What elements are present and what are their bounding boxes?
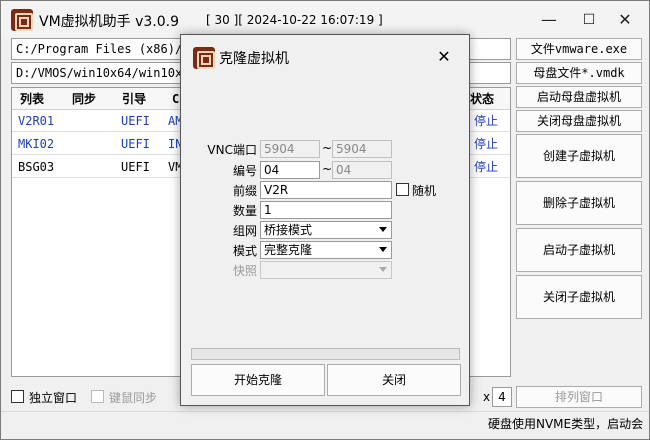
vm-name: V2R01 xyxy=(18,114,55,128)
number-tilde: ~ xyxy=(322,162,333,176)
app-logo-icon xyxy=(11,9,33,31)
mode-select[interactable]: 完整克隆 xyxy=(260,241,392,259)
keyboard-mouse-sync-checkbox[interactable] xyxy=(91,390,104,403)
vm-boot: UEFI xyxy=(121,160,150,174)
column-header-status[interactable]: 状态 xyxy=(470,88,494,110)
number-label: 编号 xyxy=(232,164,257,178)
app-info: [ 30 ][ 2024-10-22 16:07:19 ] xyxy=(206,13,383,27)
vm-status: 停止 xyxy=(474,137,499,151)
dialog-title: 克隆虚拟机 xyxy=(219,51,289,67)
minimize-button[interactable]: — xyxy=(531,7,567,33)
chevron-down-icon xyxy=(379,247,387,252)
column-header-boot[interactable]: 引导 xyxy=(122,88,146,110)
random-label: 随机 xyxy=(412,184,437,198)
column-header-sync[interactable]: 同步 xyxy=(72,88,96,110)
dialog-close-button[interactable]: 关闭 xyxy=(327,364,461,396)
maximize-button[interactable]: ☐ xyxy=(571,7,607,33)
vm-status: 停止 xyxy=(474,114,499,128)
vnc-tilde: ~ xyxy=(322,141,333,155)
delete-child-vm-button[interactable]: 删除子虚拟机 xyxy=(516,181,642,225)
number-to-input[interactable]: 04 xyxy=(332,161,392,179)
arrange-windows-button[interactable]: 排列窗口 xyxy=(516,386,642,408)
vnc-port-label: VNC端口 xyxy=(207,143,257,157)
vmdk-file-button[interactable]: 母盘文件*.vmdk xyxy=(516,62,642,84)
network-select-value: 桥接模式 xyxy=(264,223,313,237)
vmware-file-button[interactable]: 文件vmware.exe xyxy=(516,38,642,60)
grid-cols-input[interactable]: 4 xyxy=(492,387,512,407)
start-clone-button[interactable]: 开始克隆 xyxy=(191,364,325,396)
status-bar: 硬盘使用NVME类型，启动会 xyxy=(1,411,649,439)
chevron-down-icon xyxy=(379,227,387,232)
mode-select-value: 完整克隆 xyxy=(264,243,313,257)
vm-boot: UEFI xyxy=(121,114,150,128)
keyboard-mouse-sync-label: 键鼠同步 xyxy=(109,391,158,405)
mode-label: 模式 xyxy=(232,244,257,258)
create-child-vm-button[interactable]: 创建子虚拟机 xyxy=(516,134,642,178)
close-button[interactable]: ✕ xyxy=(607,7,643,33)
column-header-c[interactable]: C xyxy=(172,88,179,110)
start-master-vm-button[interactable]: 启动母盘虚拟机 xyxy=(516,86,642,108)
chevron-down-icon xyxy=(379,267,387,272)
random-checkbox[interactable] xyxy=(396,183,409,196)
vm-status: 停止 xyxy=(474,160,499,174)
count-label: 数量 xyxy=(232,204,257,218)
status-text: 硬盘使用NVME类型，启动会 xyxy=(488,417,644,431)
vnc-port-to-input[interactable]: 5904 xyxy=(332,140,392,158)
prefix-input[interactable]: V2R xyxy=(260,181,392,199)
independent-window-label: 独立窗口 xyxy=(29,391,78,405)
snapshot-label: 快照 xyxy=(232,264,257,278)
dialog-close-icon[interactable]: ✕ xyxy=(431,45,457,69)
column-header-list[interactable]: 列表 xyxy=(20,88,44,110)
number-from-input[interactable]: 04 xyxy=(260,161,320,179)
grid-x-label: x xyxy=(483,390,491,404)
vm-name: MKI02 xyxy=(18,137,55,151)
vnc-port-from-input[interactable]: 5904 xyxy=(260,140,320,158)
count-input[interactable]: 1 xyxy=(260,201,392,219)
clone-progress-bar xyxy=(191,348,460,360)
clone-vm-dialog: 克隆虚拟机 ✕ VNC端口 5904 ~ 5904 编号 04 ~ 04 前缀 … xyxy=(180,34,470,406)
network-select[interactable]: 桥接模式 xyxy=(260,221,392,239)
start-child-vm-button[interactable]: 启动子虚拟机 xyxy=(516,228,642,272)
vm-boot: UEFI xyxy=(121,137,150,151)
vm-name: BSG03 xyxy=(18,160,55,174)
network-label: 组网 xyxy=(232,224,257,238)
snapshot-select[interactable] xyxy=(260,261,392,279)
dialog-logo-icon xyxy=(193,47,215,69)
close-master-vm-button[interactable]: 关闭母盘虚拟机 xyxy=(516,110,642,132)
independent-window-checkbox[interactable] xyxy=(11,390,24,403)
close-child-vm-button[interactable]: 关闭子虚拟机 xyxy=(516,275,642,319)
prefix-label: 前缀 xyxy=(232,184,257,198)
app-title: VM虚拟机助手 v3.0.9 xyxy=(39,14,180,30)
